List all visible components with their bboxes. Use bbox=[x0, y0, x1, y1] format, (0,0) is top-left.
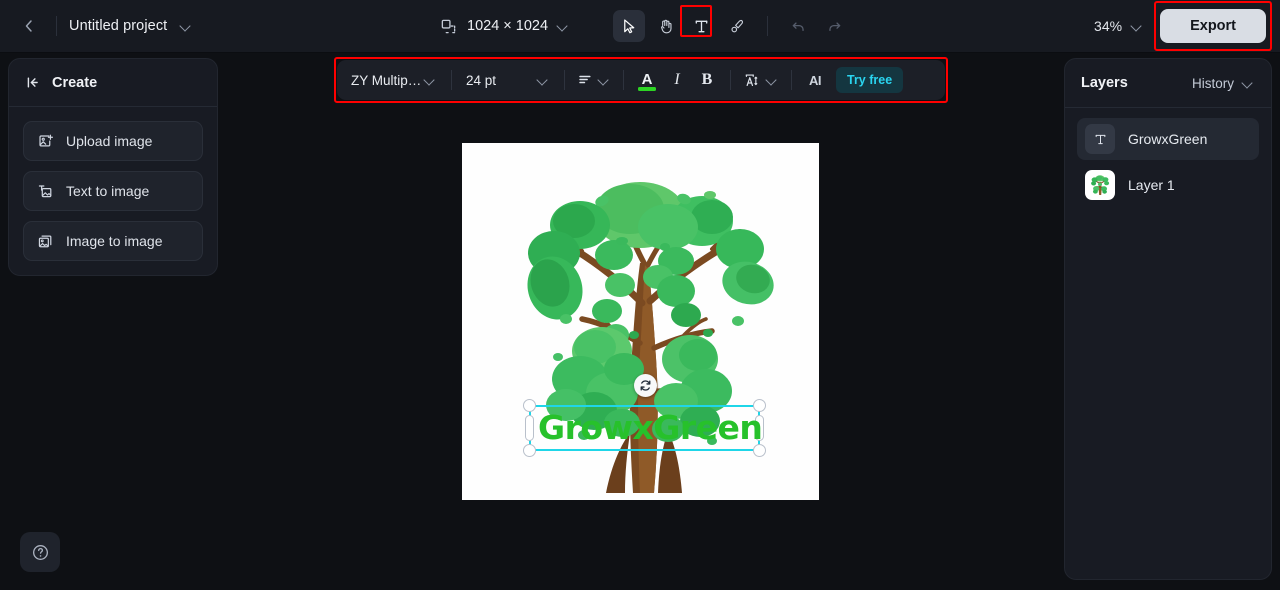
text-tool[interactable] bbox=[680, 5, 717, 42]
tree-thumbnail bbox=[1085, 170, 1115, 200]
text-to-image-icon bbox=[38, 184, 52, 197]
tree-thumbnail-icon bbox=[1087, 172, 1113, 198]
chevron-down-icon[interactable] bbox=[556, 19, 570, 33]
create-panel-title: Create bbox=[52, 74, 98, 91]
collapse-panel-icon[interactable] bbox=[25, 74, 42, 91]
help-button[interactable] bbox=[20, 532, 60, 572]
cursor-icon bbox=[623, 18, 634, 33]
divider bbox=[451, 70, 452, 90]
chevron-down-icon bbox=[597, 73, 611, 87]
chevron-left-icon bbox=[25, 20, 32, 32]
text-t-icon bbox=[695, 20, 707, 32]
text-to-image-button[interactable]: Text to image bbox=[23, 171, 203, 211]
top-bar-left: Untitled project bbox=[0, 11, 193, 41]
text-color-swatch bbox=[638, 87, 656, 91]
layer-name: GrowxGreen bbox=[1128, 131, 1208, 147]
canvas-text-layer[interactable]: GrowxGreen bbox=[538, 408, 763, 448]
divider bbox=[730, 70, 731, 90]
text-to-image-label: Text to image bbox=[66, 183, 150, 199]
chevron-down-icon bbox=[536, 73, 550, 87]
resize-canvas-icon bbox=[441, 19, 456, 33]
ai-button[interactable]: AI bbox=[800, 65, 830, 95]
back-button[interactable] bbox=[14, 11, 44, 41]
text-align-icon bbox=[579, 75, 591, 84]
chevron-down-icon bbox=[1241, 76, 1255, 90]
divider bbox=[767, 16, 768, 36]
resize-handle-bottom-left[interactable] bbox=[523, 444, 536, 457]
font-family-select[interactable]: ZY Multip… bbox=[345, 65, 443, 95]
create-panel: Create Upload image Text to image Image … bbox=[8, 58, 218, 276]
text-format-toolbar: ZY Multip… 24 pt A I B AI Try free bbox=[337, 60, 945, 100]
redo-arrow-icon bbox=[828, 21, 840, 31]
create-panel-items: Upload image Text to image Image to imag… bbox=[9, 107, 217, 261]
line-height-select[interactable] bbox=[739, 65, 783, 95]
text-color-letter: A bbox=[641, 70, 653, 88]
resize-handle-left[interactable] bbox=[525, 415, 534, 441]
layers-panel: Layers History GrowxGreen Layer 1 bbox=[1064, 58, 1272, 580]
layers-panel-title: Layers bbox=[1081, 75, 1128, 91]
create-panel-header: Create bbox=[9, 59, 217, 107]
select-tool[interactable] bbox=[613, 10, 645, 42]
layers-panel-header: Layers History bbox=[1065, 59, 1271, 108]
brush-icon bbox=[730, 19, 743, 32]
font-family-value: ZY Multip… bbox=[351, 72, 422, 88]
zoom-level: 34% bbox=[1094, 18, 1123, 34]
hand-icon bbox=[660, 19, 672, 33]
layer-row[interactable]: Layer 1 bbox=[1077, 164, 1259, 206]
text-format-toolbar-wrapper: ZY Multip… 24 pt A I B AI Try free bbox=[334, 57, 948, 103]
layer-row[interactable]: GrowxGreen bbox=[1077, 118, 1259, 160]
chevron-down-icon bbox=[765, 73, 779, 87]
text-align-select[interactable] bbox=[573, 65, 615, 95]
italic-button[interactable]: I bbox=[662, 65, 692, 95]
question-circle-icon bbox=[32, 544, 48, 560]
divider bbox=[791, 70, 792, 90]
chevron-down-icon bbox=[423, 73, 437, 87]
font-size-select[interactable]: 24 pt bbox=[460, 65, 556, 95]
page-title: Untitled project bbox=[69, 18, 168, 34]
canvas-size-control[interactable]: 1024 × 1024 bbox=[440, 18, 570, 35]
layer-name: Layer 1 bbox=[1128, 177, 1175, 193]
undo-arrow-icon bbox=[792, 21, 804, 31]
top-bar: Untitled project 1024 × 1024 34% Export bbox=[0, 0, 1280, 53]
tool-group bbox=[613, 5, 850, 42]
text-color-button[interactable]: A bbox=[632, 65, 662, 95]
chevron-down-icon[interactable] bbox=[1130, 19, 1144, 33]
try-free-button[interactable]: Try free bbox=[836, 67, 904, 93]
text-t-glyph-icon bbox=[1095, 134, 1105, 144]
redo-button[interactable] bbox=[818, 10, 850, 42]
canvas-size-value: 1024 × 1024 bbox=[467, 18, 549, 34]
chevron-down-icon[interactable] bbox=[179, 19, 193, 33]
divider bbox=[564, 70, 565, 90]
history-label: History bbox=[1191, 75, 1234, 91]
line-height-icon bbox=[745, 74, 758, 86]
upload-image-icon bbox=[39, 134, 54, 146]
top-bar-right: 34% Export bbox=[1094, 1, 1272, 51]
text-t-icon bbox=[1085, 124, 1115, 154]
upload-image-button[interactable]: Upload image bbox=[23, 121, 203, 161]
history-toggle[interactable]: History bbox=[1192, 76, 1255, 91]
brush-tool[interactable] bbox=[721, 10, 753, 42]
font-size-value: 24 pt bbox=[466, 72, 497, 88]
layers-list: GrowxGreen Layer 1 bbox=[1065, 108, 1271, 216]
resize-handle-top-left[interactable] bbox=[523, 399, 536, 412]
divider bbox=[56, 16, 57, 36]
app-root: Untitled project 1024 × 1024 34% Export … bbox=[0, 0, 1280, 590]
rotate-handle[interactable] bbox=[634, 374, 657, 397]
rotate-icon bbox=[640, 380, 651, 391]
image-to-image-label: Image to image bbox=[66, 233, 163, 249]
bold-button[interactable]: B bbox=[692, 65, 722, 95]
hand-tool[interactable] bbox=[649, 10, 681, 42]
undo-button[interactable] bbox=[782, 10, 814, 42]
upload-image-label: Upload image bbox=[66, 133, 153, 149]
image-to-image-button[interactable]: Image to image bbox=[23, 221, 203, 261]
export-button[interactable]: Export bbox=[1160, 9, 1266, 43]
image-to-image-icon bbox=[38, 235, 52, 247]
ai-label: AI bbox=[809, 72, 822, 88]
export-button-wrapper: Export bbox=[1154, 1, 1272, 51]
divider bbox=[623, 70, 624, 90]
